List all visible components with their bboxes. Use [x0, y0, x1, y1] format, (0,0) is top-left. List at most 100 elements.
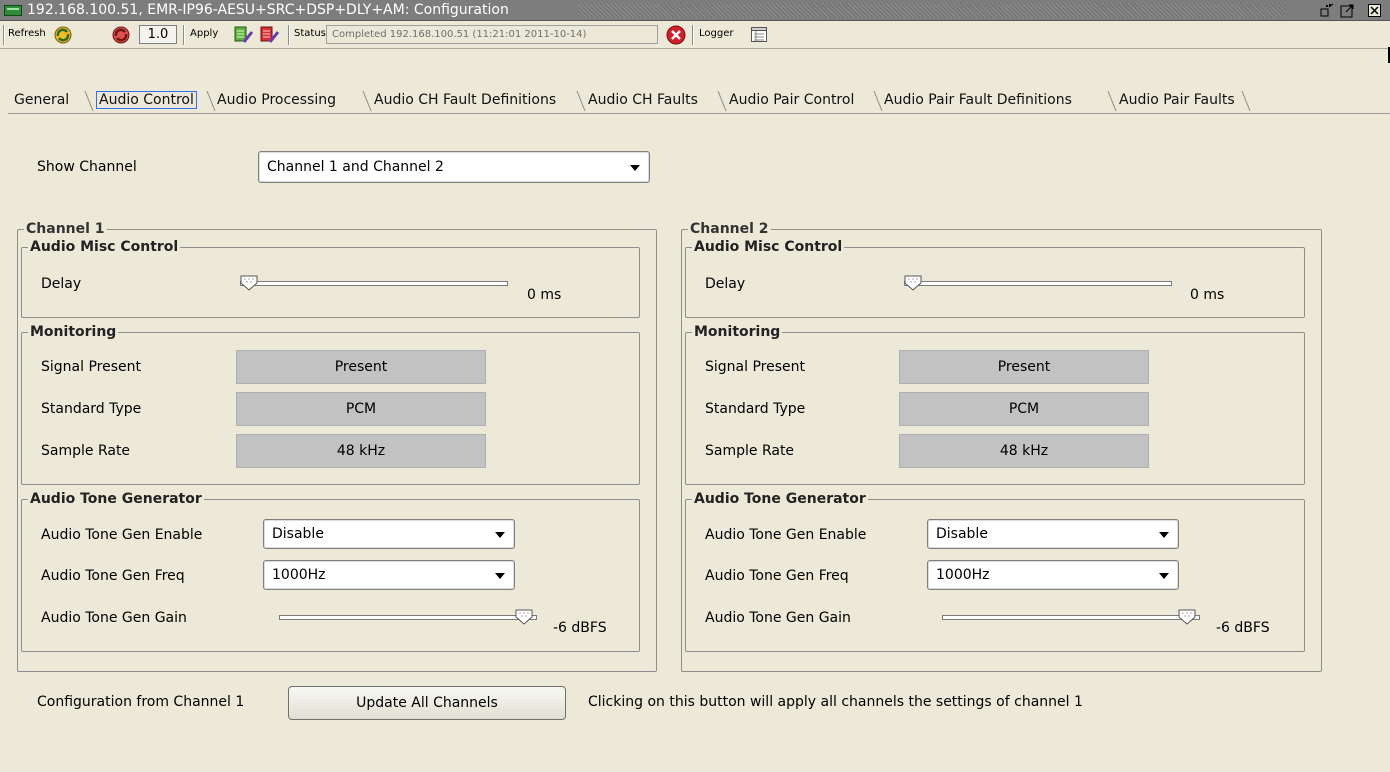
ch1-misc-group: Audio Misc Control — [21, 240, 640, 318]
tab-audio-pair-fault-definitions[interactable]: Audio Pair Fault Definitions — [878, 89, 1072, 113]
ch2-tone-freq-label: Audio Tone Gen Freq — [705, 568, 849, 584]
tab-label: Audio CH Faults — [588, 92, 698, 108]
apply-label[interactable]: Apply — [190, 28, 218, 39]
ch2-misc-group: Audio Misc Control — [685, 240, 1305, 318]
ch2-tone-freq-value: 1000Hz — [936, 567, 990, 583]
ch1-delay-label: Delay — [41, 276, 82, 292]
tab-audio-processing[interactable]: Audio Processing — [211, 89, 336, 113]
chevron-down-icon — [630, 165, 640, 171]
restore-icon[interactable] — [1320, 3, 1336, 18]
ch2-delay-label: Delay — [705, 276, 746, 292]
window-title: 192.168.100.51, EMR-IP96-AESU+SRC+DSP+DL… — [27, 2, 509, 18]
tab-general[interactable]: General — [8, 89, 69, 113]
ch1-tone-gain-value: -6 dBFS — [553, 620, 607, 636]
toolbar-separator — [288, 25, 290, 45]
ch2-tone-generator-title: Audio Tone Generator — [694, 491, 866, 507]
ch2-delay-value: 0 ms — [1190, 287, 1225, 303]
ch1-tone-enable-label: Audio Tone Gen Enable — [41, 527, 203, 543]
chevron-down-icon — [1159, 532, 1169, 538]
ch2-tone-gain-value: -6 dBFS — [1216, 620, 1270, 636]
toolbar-separator — [692, 25, 694, 45]
ch2-sample-rate-value: 48 kHz — [899, 434, 1149, 468]
show-channel-label: Show Channel — [37, 159, 137, 175]
update-all-channels-note: Clicking on this button will apply all c… — [588, 694, 1083, 710]
tab-audio-ch-fault-definitions[interactable]: Audio CH Fault Definitions — [368, 89, 556, 113]
tab-label: Audio Pair Fault Definitions — [884, 92, 1072, 108]
tab-audio-pair-faults[interactable]: Audio Pair Faults — [1113, 89, 1235, 113]
status-field: Completed 192.168.100.51 (11:21:01 2011-… — [326, 25, 658, 44]
ch2-tone-freq-select[interactable]: 1000Hz — [927, 560, 1179, 590]
toolbar-separator — [183, 25, 185, 45]
ch1-delay-slider[interactable] — [240, 281, 508, 286]
window-titlebar[interactable]: 192.168.100.51, EMR-IP96-AESU+SRC+DSP+DL… — [0, 0, 1390, 21]
maximize-icon[interactable] — [1340, 3, 1356, 18]
ch2-tone-enable-select[interactable]: Disable — [927, 519, 1179, 549]
ch1-tone-freq-value: 1000Hz — [272, 567, 326, 583]
ch2-misc-title: Audio Misc Control — [694, 239, 843, 255]
tab-label: Audio Processing — [217, 92, 336, 108]
toolbar: Refresh 1.0 Apply Status Completed 192.1… — [0, 21, 1390, 63]
titlebar-drag-area[interactable] — [578, 3, 1286, 18]
ch2-tone-enable-value: Disable — [936, 526, 988, 542]
auto-refresh-icon[interactable] — [110, 24, 132, 46]
tab-label: Audio CH Fault Definitions — [374, 92, 557, 108]
error-icon[interactable] — [666, 25, 688, 47]
ch2-delay-slider-thumb[interactable] — [904, 275, 926, 291]
tab-label: Audio Pair Control — [729, 92, 855, 108]
tab-baseline — [8, 113, 1390, 114]
show-channel-select[interactable]: Channel 1 and Channel 2 — [258, 151, 650, 183]
ch2-tone-gain-slider[interactable] — [942, 615, 1200, 620]
refresh-label[interactable]: Refresh — [8, 28, 46, 39]
ch1-sample-rate-value: 48 kHz — [236, 434, 486, 468]
ch1-tone-freq-select[interactable]: 1000Hz — [263, 560, 515, 590]
ch2-tone-gain-label: Audio Tone Gen Gain — [705, 610, 851, 626]
refresh-icon[interactable] — [52, 24, 74, 46]
tab-audio-ch-faults[interactable]: Audio CH Faults — [582, 89, 698, 113]
ch1-signal-present-value: Present — [236, 350, 486, 384]
config-from-channel-label: Configuration from Channel 1 — [37, 694, 245, 710]
ch2-standard-type-label: Standard Type — [705, 401, 806, 417]
logger-icon[interactable] — [750, 26, 772, 48]
tab-audio-control[interactable]: Audio Control — [90, 89, 197, 113]
ch1-tone-gain-slider-thumb[interactable] — [515, 609, 537, 625]
ch2-delay-slider[interactable] — [904, 281, 1172, 286]
ch1-tone-generator-title: Audio Tone Generator — [30, 491, 202, 507]
ch2-signal-present-value: Present — [899, 350, 1149, 384]
apply-icon[interactable] — [232, 24, 254, 46]
update-all-channels-button[interactable]: Update All Channels — [288, 686, 566, 720]
ch1-sample-rate-label: Sample Rate — [41, 443, 131, 459]
channel-2-title: Channel 2 — [690, 221, 769, 237]
ch2-tone-enable-label: Audio Tone Gen Enable — [705, 527, 867, 543]
logger-label[interactable]: Logger — [699, 28, 733, 39]
status-label: Status — [294, 28, 326, 39]
apply-all-icon[interactable] — [258, 24, 280, 46]
close-icon[interactable] — [1367, 3, 1383, 18]
ch1-delay-slider-thumb[interactable] — [240, 275, 262, 291]
ch1-standard-type-value: PCM — [236, 392, 486, 426]
tab-audio-pair-control[interactable]: Audio Pair Control — [723, 89, 854, 113]
refresh-interval-field[interactable]: 1.0 — [139, 25, 177, 44]
chevron-down-icon — [495, 532, 505, 538]
ch2-standard-type-value: PCM — [899, 392, 1149, 426]
ch2-sample-rate-label: Sample Rate — [705, 443, 795, 459]
ch1-standard-type-label: Standard Type — [41, 401, 142, 417]
ch1-tone-gain-slider[interactable] — [279, 615, 537, 620]
ch1-signal-present-label: Signal Present — [41, 359, 141, 375]
show-channel-value: Channel 1 and Channel 2 — [267, 159, 444, 175]
ch2-signal-present-label: Signal Present — [705, 359, 805, 375]
tab-label: Audio Pair Faults — [1119, 92, 1235, 108]
chevron-down-icon — [1159, 573, 1169, 579]
ch1-tone-enable-select[interactable]: Disable — [263, 519, 515, 549]
ch1-delay-value: 0 ms — [527, 287, 562, 303]
ch2-tone-gain-slider-thumb[interactable] — [1178, 609, 1200, 625]
chevron-down-icon — [495, 573, 505, 579]
device-icon — [4, 5, 22, 16]
ch1-misc-title: Audio Misc Control — [30, 239, 179, 255]
toolbar-grip — [3, 25, 5, 45]
ch1-tone-gain-label: Audio Tone Gen Gain — [41, 610, 187, 626]
tab-label: General — [14, 92, 70, 108]
tab-label: Audio Control — [96, 91, 197, 109]
ch1-monitoring-title: Monitoring — [30, 324, 117, 340]
ch1-tone-enable-value: Disable — [272, 526, 324, 542]
ch2-monitoring-title: Monitoring — [694, 324, 781, 340]
